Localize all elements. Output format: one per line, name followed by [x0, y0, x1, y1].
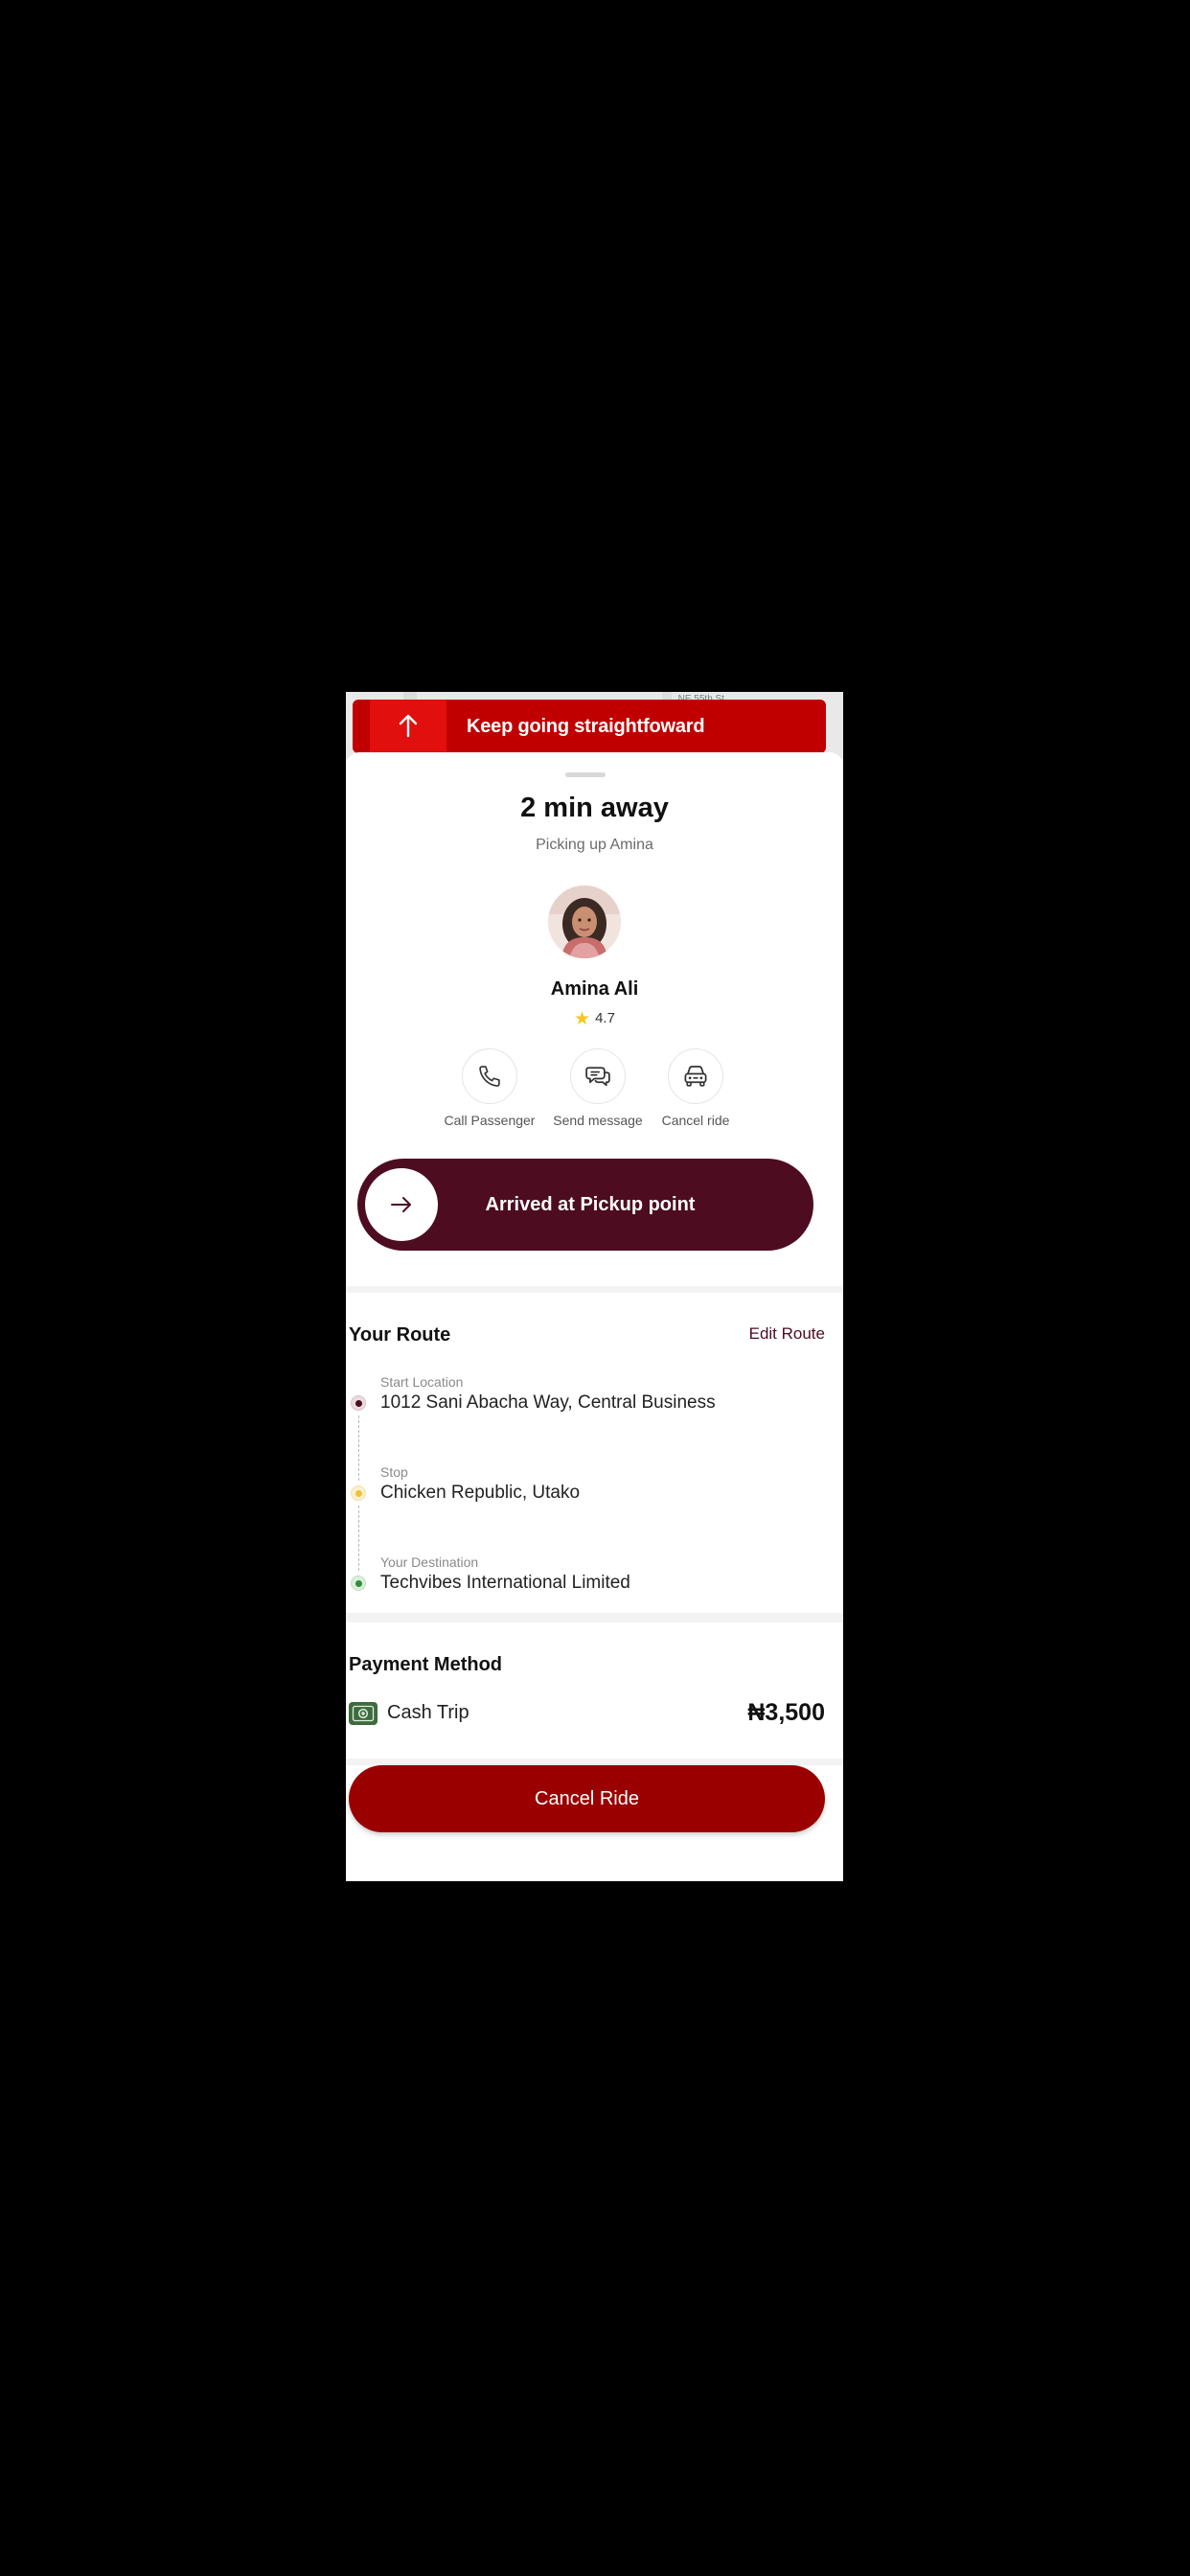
direction-box [370, 700, 446, 753]
star-icon: ★ [574, 1009, 591, 1029]
message-button-circle[interactable] [570, 1048, 626, 1104]
route-title: Your Route [349, 1324, 451, 1346]
app-screen: NE 55th St Keep going straightfoward 2 m… [346, 692, 843, 1881]
route-card: Your Route Edit Route Start Location 101… [346, 1293, 843, 1613]
navigation-banner: Keep going straightfoward [353, 700, 826, 753]
navigation-instruction: Keep going straightfoward [467, 716, 705, 737]
stop-marker-icon [351, 1485, 366, 1501]
rating-value: 4.7 [595, 1010, 615, 1026]
cancel-ride-label: Cancel ride [661, 1113, 730, 1128]
route-connector [358, 1415, 359, 1481]
passenger-rating: ★ 4.7 [346, 1008, 843, 1030]
chat-icon [585, 1067, 610, 1087]
cancel-ride-action-button[interactable]: Cancel ride [638, 1048, 753, 1128]
pickup-status: Picking up Amina [536, 837, 653, 853]
passenger-name: Amina Ali [550, 978, 639, 1000]
stop-address: Chicken Republic, Utako [380, 1483, 581, 1503]
passenger-avatar [548, 886, 621, 958]
avatar-image [548, 886, 621, 958]
stop-address: 1012 Sani Abacha Way, Central Business [380, 1392, 716, 1413]
stop-caption: Your Destination [380, 1554, 479, 1570]
eta-title: 2 min away [520, 793, 669, 823]
bottom-action-area: Cancel Ride [346, 1717, 843, 1881]
edit-route-link[interactable]: Edit Route [749, 1324, 825, 1344]
call-button-circle[interactable] [462, 1048, 517, 1104]
ride-status-sheet: 2 min away Picking up Amina Amina Ali ★ 4… [346, 752, 843, 1286]
slider-label: Arrived at Pickup point [485, 1194, 696, 1215]
cancel-ride-button[interactable]: Cancel Ride [349, 1765, 825, 1832]
call-passenger-label: Call Passenger [444, 1113, 536, 1128]
cancel-button-circle[interactable] [668, 1048, 723, 1104]
sheet-drag-handle[interactable] [565, 772, 606, 777]
stop-caption: Stop [380, 1464, 408, 1480]
arrived-slider[interactable]: Arrived at Pickup point [357, 1159, 813, 1251]
route-connector [358, 1506, 359, 1571]
start-location-marker-icon [351, 1395, 366, 1411]
call-passenger-button[interactable]: Call Passenger [432, 1048, 547, 1128]
destination-marker-icon [351, 1576, 366, 1591]
stop-address: Techvibes International Limited [380, 1573, 630, 1593]
stop-caption: Start Location [380, 1374, 464, 1390]
car-icon [684, 1066, 707, 1087]
map-view[interactable]: NE 55th St Keep going straightfoward [346, 692, 843, 759]
arrow-up-icon [399, 714, 418, 738]
payment-title: Payment Method [349, 1654, 503, 1675]
phone-icon [479, 1066, 500, 1087]
